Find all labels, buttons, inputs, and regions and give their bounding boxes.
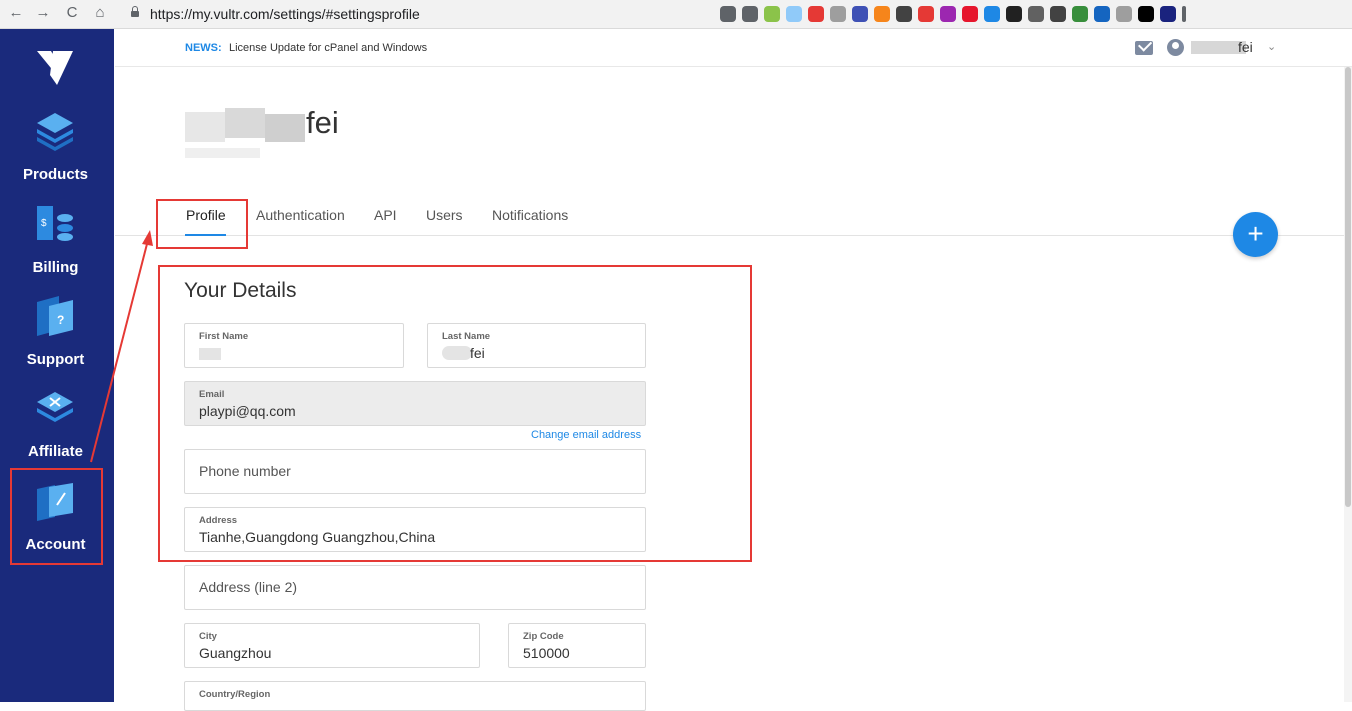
city-field[interactable]: City Guangzhou — [184, 623, 480, 668]
top-bar: NEWS: License Update for cPanel and Wind… — [115, 29, 1352, 67]
sidebar: Products $ Billing ? Support Affiliate A… — [0, 29, 114, 702]
sidebar-item-billing[interactable]: $ Billing — [0, 204, 111, 294]
sidebar-item-support[interactable]: ? Support — [0, 296, 111, 386]
extension-green-circle-icon[interactable] — [764, 6, 780, 22]
scrollbar-thumb[interactable] — [1345, 67, 1351, 507]
svg-text:$: $ — [41, 218, 47, 229]
lock-icon — [131, 6, 139, 17]
field-label: Zip Code — [523, 631, 564, 642]
zip-code-field[interactable]: Zip Code 510000 — [508, 623, 646, 668]
extension-cloud-icon[interactable] — [786, 6, 802, 22]
star-icon[interactable] — [742, 6, 758, 22]
country-field[interactable]: Country/Region — [184, 681, 646, 711]
account-highlight-box — [10, 468, 103, 565]
products-layers-icon — [37, 113, 73, 151]
home-icon[interactable]: ⌂ — [90, 4, 110, 21]
chevron-down-icon[interactable]: ⌄ — [1267, 40, 1276, 53]
extension-chrome-icon[interactable] — [1028, 6, 1044, 22]
extension-weibo-icon[interactable] — [962, 6, 978, 22]
mail-icon[interactable] — [1135, 41, 1153, 55]
support-question-icon: ? — [37, 296, 73, 336]
tab-users[interactable]: Users — [426, 207, 463, 223]
tab-notifications[interactable]: Notifications — [492, 207, 568, 223]
field-label: Country/Region — [199, 689, 271, 700]
svg-text:?: ? — [57, 313, 64, 327]
news-label: NEWS: — [185, 42, 222, 54]
forward-icon[interactable]: → — [33, 4, 53, 21]
username[interactable]: fei — [1238, 39, 1253, 55]
extension-b-icon[interactable] — [1072, 6, 1088, 22]
tab-api[interactable]: API — [374, 207, 397, 223]
extension-ip-icon[interactable] — [830, 6, 846, 22]
field-label: City — [199, 631, 217, 642]
extension-parachute-icon[interactable] — [896, 6, 912, 22]
page-title: fei — [306, 105, 339, 140]
extension-blue-o-icon[interactable] — [984, 6, 1000, 22]
sidebar-item-label: Support — [26, 351, 85, 368]
extension-globe-icon[interactable] — [1094, 6, 1110, 22]
extension-profile-icon[interactable] — [1160, 6, 1176, 22]
sidebar-item-label: Billing — [32, 259, 79, 276]
extension-metamask-icon[interactable] — [874, 6, 890, 22]
menu-dots-icon[interactable] — [1182, 6, 1186, 22]
address-line2-field[interactable]: Address (line 2) — [184, 565, 646, 610]
extension-jb-icon[interactable] — [1138, 6, 1154, 22]
user-avatar-icon[interactable] — [1167, 39, 1184, 56]
affiliate-icon — [37, 392, 73, 422]
sidebar-item-products[interactable]: Products — [0, 111, 111, 201]
address-bar-url[interactable]: https://my.vultr.com/settings/#settingsp… — [150, 6, 420, 22]
details-highlight-box — [158, 265, 752, 562]
sidebar-item-label: Affiliate — [27, 443, 83, 460]
extension-check-icon[interactable] — [1116, 6, 1132, 22]
settings-tabs: Profile Authentication API Users Notific… — [115, 199, 1352, 236]
browser-toolbar: ← → C ⌂ https://my.vultr.com/settings/#s… — [0, 0, 1352, 29]
address-line2-placeholder: Address (line 2) — [199, 579, 298, 595]
extension-cat-icon[interactable] — [1050, 6, 1066, 22]
sidebar-item-label: Products — [22, 166, 88, 183]
zip-code-value: 510000 — [523, 645, 570, 661]
vultr-logo-icon[interactable] — [37, 51, 73, 85]
name-redacted — [185, 108, 305, 158]
sidebar-item-affiliate[interactable]: Affiliate — [0, 388, 111, 478]
city-value: Guangzhou — [199, 645, 272, 661]
extension-red-circle-icon[interactable] — [918, 6, 934, 22]
extension-toolbar — [720, 5, 1186, 23]
add-button[interactable]: + — [1233, 212, 1278, 257]
extension-abp-icon[interactable] — [808, 6, 824, 22]
reload-icon[interactable]: C — [62, 4, 82, 21]
news-link[interactable]: License Update for cPanel and Windows — [229, 42, 427, 54]
extension-purple-box-icon[interactable] — [940, 6, 956, 22]
billing-coins-icon: $ — [37, 206, 73, 241]
back-icon[interactable]: ← — [6, 4, 26, 21]
page-scrollbar[interactable] — [1344, 67, 1352, 702]
extension-star-box-icon[interactable] — [852, 6, 868, 22]
profile-tab-highlight-box — [156, 199, 248, 249]
key-icon[interactable] — [720, 6, 736, 22]
tab-authentication[interactable]: Authentication — [256, 207, 345, 223]
extension-x-box-icon[interactable] — [1006, 6, 1022, 22]
